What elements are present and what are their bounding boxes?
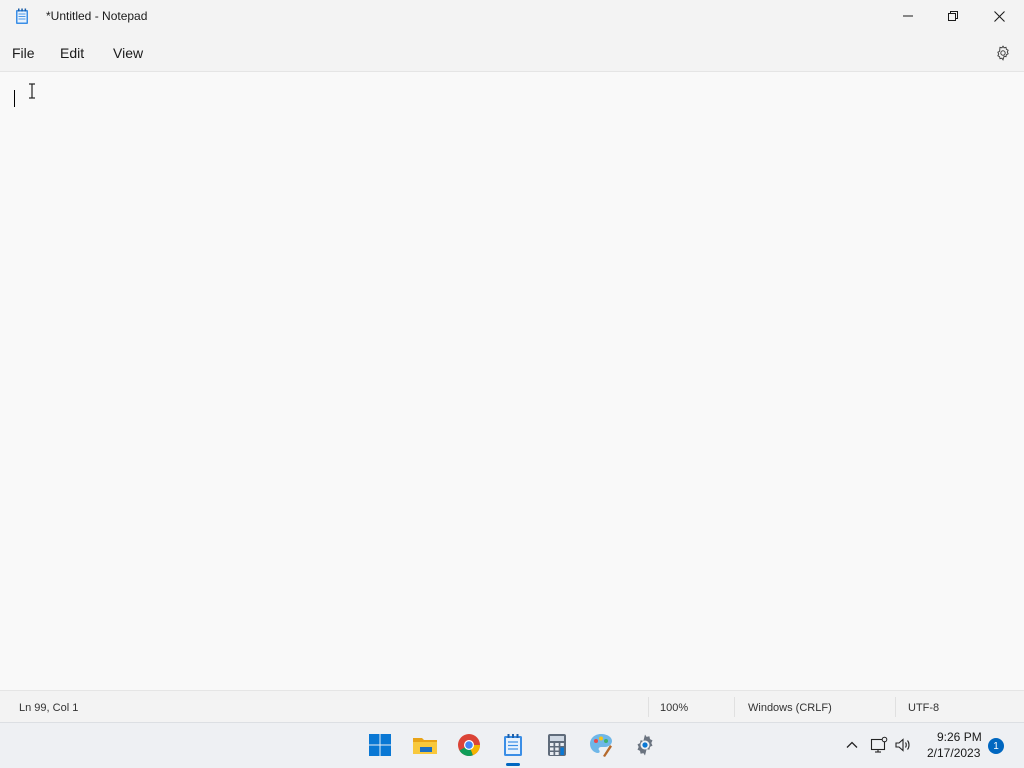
calculator-icon — [548, 734, 566, 756]
line-ending: Windows (CRLF) — [748, 702, 832, 714]
network-icon[interactable] — [870, 736, 888, 754]
title-bar: *Untitled - Notepad — [0, 0, 1024, 32]
clock-time[interactable]: 9:26 PM — [937, 730, 982, 744]
notepad-icon — [16, 8, 28, 24]
taskbar: 9:26 PM 2/17/2023 1 — [0, 722, 1024, 768]
status-divider — [734, 697, 735, 717]
menu-view[interactable]: View — [113, 45, 143, 61]
text-caret — [14, 90, 15, 107]
close-icon — [993, 10, 1005, 22]
paint-icon — [590, 734, 612, 757]
minimize-icon — [903, 15, 913, 17]
menu-file[interactable]: File — [12, 45, 35, 61]
taskbar-notepad[interactable] — [499, 731, 527, 759]
taskbar-file-explorer[interactable] — [411, 731, 439, 759]
menu-edit[interactable]: Edit — [60, 45, 84, 61]
minimize-button[interactable] — [885, 0, 931, 32]
restore-icon — [948, 11, 958, 21]
start-button[interactable] — [366, 731, 394, 759]
taskbar-paint[interactable] — [587, 731, 615, 759]
settings-icon — [637, 734, 653, 756]
status-divider — [648, 697, 649, 717]
i-beam-cursor-icon — [29, 83, 35, 99]
notepad-icon — [504, 734, 522, 756]
status-bar: Ln 99, Col 1 100% Windows (CRLF) UTF-8 — [0, 690, 1024, 722]
file-explorer-icon — [413, 738, 437, 754]
restore-button[interactable] — [930, 0, 976, 32]
chrome-icon — [458, 734, 480, 756]
clock-date[interactable]: 2/17/2023 — [927, 746, 980, 760]
taskbar-calculator[interactable] — [543, 731, 571, 759]
text-editor[interactable] — [0, 73, 1024, 690]
status-divider — [895, 697, 896, 717]
show-hidden-icons-button[interactable] — [844, 737, 860, 753]
encoding: UTF-8 — [908, 702, 940, 714]
zoom-level: 100% — [660, 702, 689, 714]
volume-icon[interactable] — [894, 736, 912, 754]
notification-badge[interactable]: 1 — [988, 738, 1004, 754]
cursor-position: Ln 99, Col 1 — [19, 702, 79, 714]
start-icon — [369, 734, 391, 756]
menu-bar: File Edit View — [0, 32, 1024, 72]
active-app-indicator — [506, 763, 520, 766]
settings-button[interactable] — [992, 42, 1014, 64]
window-title: *Untitled - Notepad — [46, 9, 148, 23]
gear-icon — [997, 45, 1009, 61]
close-button[interactable] — [976, 0, 1022, 32]
taskbar-chrome[interactable] — [455, 731, 483, 759]
taskbar-settings[interactable] — [631, 731, 659, 759]
